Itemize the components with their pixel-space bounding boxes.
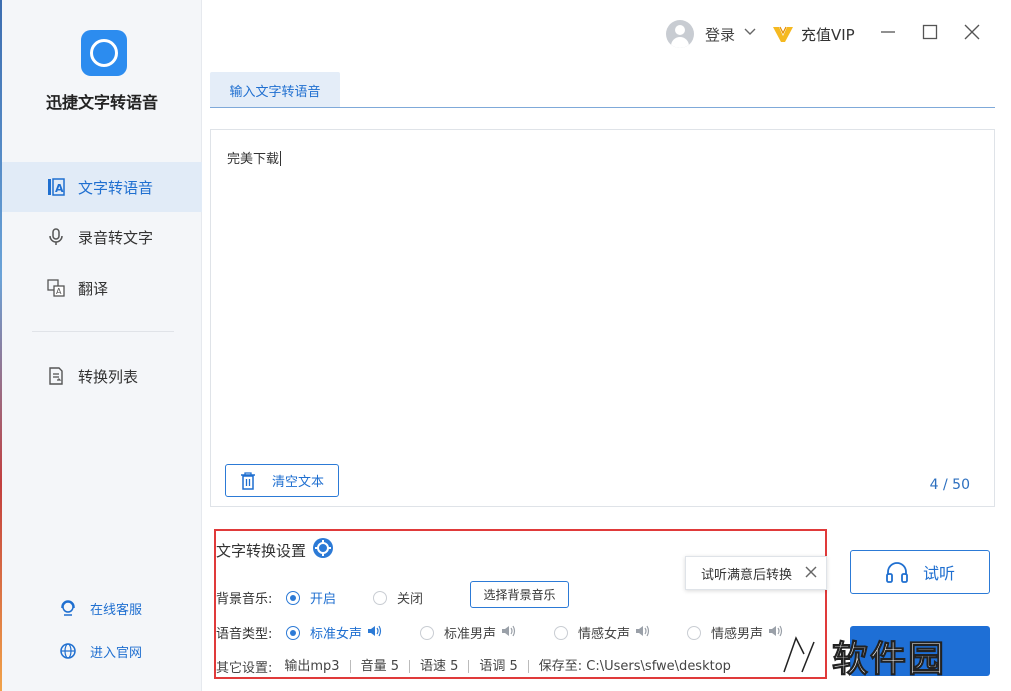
tab-underline [210, 107, 995, 108]
headphones-icon [885, 560, 909, 584]
app-logo-icon [81, 30, 127, 76]
customer-service-label: 在线客服 [90, 602, 143, 618]
volume-setting: 音量 5 [349, 660, 409, 673]
tooltip-text: 试听满意后转换 [701, 567, 793, 583]
radio-dot [286, 590, 300, 605]
official-site-label: 进入官网 [90, 645, 143, 661]
sidebar-item-speech-to-text[interactable]: 录音转文字 [2, 212, 202, 262]
save-path: 保存至: C:\Users\sfwe\desktop [527, 660, 741, 673]
avatar[interactable] [666, 20, 694, 48]
radio-label: 开启 [310, 592, 337, 607]
voice-standard-male-radio[interactable]: 标准男声 [420, 623, 517, 642]
voice-standard-female-radio[interactable]: 标准女声 [286, 623, 383, 642]
settings-title: 文字转换设置 [216, 537, 334, 563]
watermark-text: 软件园 [831, 639, 947, 681]
close-button[interactable] [960, 22, 984, 46]
sidebar-item-label: 转换列表 [78, 367, 139, 386]
other-settings-label: 其它设置: [216, 661, 273, 676]
text-caret [280, 151, 282, 166]
globe-icon [58, 641, 78, 661]
radio-label: 情感女声 [578, 627, 631, 642]
clear-text-label: 清空文本 [272, 475, 325, 490]
sidebar-item-label: 翻译 [78, 279, 109, 298]
listen-label: 试听 [922, 564, 955, 583]
official-site-link[interactable]: 进入官网 [58, 641, 142, 661]
minimize-button[interactable] [876, 22, 900, 46]
listen-button[interactable]: 试听 [850, 550, 990, 594]
text-to-speech-icon: A [46, 177, 66, 197]
trash-icon [238, 471, 258, 491]
other-settings-row[interactable]: 其它设置: 输出mp3 音量 5 语速 5 语调 5 保存至: C:\Users… [216, 657, 772, 676]
input-text: 完美下载 [227, 152, 280, 167]
voice-emotional-male-radio[interactable]: 情感男声 [687, 623, 784, 642]
sidebar-item-translate[interactable]: A 翻译 [2, 263, 202, 313]
radio-dot [373, 590, 387, 605]
sidebar-item-conversion-list[interactable]: 转换列表 [2, 351, 202, 401]
radio-dot [687, 625, 701, 640]
voice-type-label: 语音类型: [216, 627, 273, 642]
app-name: 迅捷文字转语音 [45, 93, 158, 112]
settings-title-text: 文字转换设置 [216, 541, 307, 560]
radio-dot [554, 625, 568, 640]
login-button[interactable]: 登录 [705, 24, 735, 45]
radio-dot [420, 625, 434, 640]
bg-music-off-radio[interactable]: 关闭 [373, 588, 423, 607]
voice-emotional-female-radio[interactable]: 情感女声 [554, 623, 651, 642]
sidebar-item-text-to-speech[interactable]: A 文字转语音 [2, 162, 202, 212]
watermark: 软件园 [780, 630, 946, 682]
sidebar-divider [32, 331, 174, 332]
radio-dot [286, 625, 300, 640]
translate-icon: A [46, 278, 66, 298]
svg-text:A: A [55, 182, 64, 195]
output-format: 输出mp3 [284, 659, 340, 674]
maximize-button[interactable] [918, 22, 942, 46]
close-icon [964, 24, 980, 44]
close-icon[interactable] [804, 565, 818, 583]
microphone-icon [46, 227, 66, 247]
radio-label: 关闭 [397, 592, 424, 607]
vip-icon [771, 22, 795, 50]
sidebar-item-label: 文字转语音 [78, 178, 154, 197]
radio-label: 标准男声 [444, 627, 497, 642]
speed-setting: 语速 5 [408, 660, 468, 673]
bg-music-on-radio[interactable]: 开启 [286, 588, 336, 607]
radio-label: 情感男声 [711, 627, 764, 642]
sidebar: 迅捷文字转语音 A 文字转语音 录音转文字 A 翻译 转换列表 在线客服 进入官… [2, 0, 202, 691]
text-input-area[interactable]: 完美下载 清空文本 4 / 50 [210, 129, 995, 507]
choose-bg-music-button[interactable]: 选择背景音乐 [470, 581, 569, 608]
minimize-icon [880, 24, 896, 44]
recharge-vip-button[interactable]: 充值VIP [801, 24, 855, 45]
gear-icon[interactable] [312, 537, 334, 563]
char-count: 4 / 50 [929, 477, 970, 493]
speaker-icon[interactable] [635, 625, 651, 641]
speaker-icon[interactable] [501, 625, 517, 641]
radio-label: 标准女声 [310, 627, 363, 642]
customer-service-icon [58, 598, 78, 618]
bg-music-label: 背景音乐: [216, 592, 273, 607]
chevron-down-icon[interactable] [744, 26, 756, 42]
conversion-list-icon [46, 366, 66, 386]
sidebar-item-label: 录音转文字 [78, 228, 154, 247]
watermark-logo-icon [780, 630, 826, 680]
speaker-icon[interactable] [367, 625, 383, 641]
listen-tooltip: 试听满意后转换 [685, 556, 827, 590]
tab-input-text[interactable]: 输入文字转语音 [210, 72, 340, 108]
clear-text-button[interactable]: 清空文本 [225, 464, 339, 497]
pitch-setting: 语调 5 [468, 660, 527, 673]
text-input-content[interactable]: 完美下载 [227, 148, 282, 167]
customer-service-link[interactable]: 在线客服 [58, 598, 142, 618]
maximize-icon [922, 24, 938, 44]
svg-text:A: A [56, 287, 62, 296]
